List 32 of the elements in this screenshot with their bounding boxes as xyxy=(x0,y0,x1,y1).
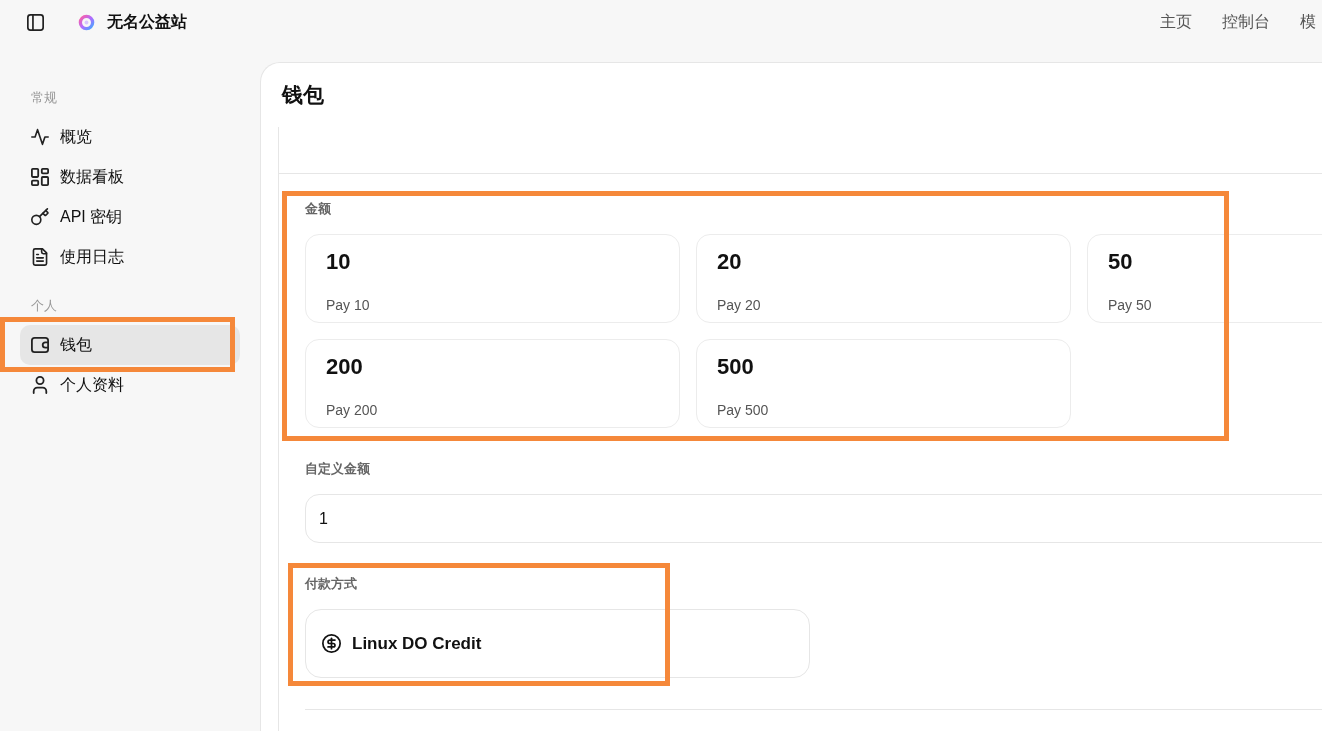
page-title: 钱包 xyxy=(282,82,324,108)
wallet-icon xyxy=(31,336,49,354)
dollar-icon xyxy=(322,634,341,653)
site-name: 无名公益站 xyxy=(107,12,187,32)
pulse-icon xyxy=(31,128,49,146)
nav-link[interactable]: 模 xyxy=(1300,12,1316,33)
amount-option[interactable]: 10 Pay 10 xyxy=(305,234,680,323)
nav-link[interactable]: 主页 xyxy=(1160,12,1192,33)
sidebar-item[interactable]: 使用日志 xyxy=(20,237,240,277)
sidebar-item[interactable]: 概览 xyxy=(20,117,240,157)
amount-option[interactable]: 500 Pay 500 xyxy=(696,339,1071,428)
payment-method-label: 付款方式 xyxy=(305,575,358,593)
key-icon xyxy=(31,208,49,226)
nav-link[interactable]: 控制台 xyxy=(1222,12,1270,33)
user-icon xyxy=(31,376,49,394)
amount-option[interactable]: 50 Pay 50 xyxy=(1087,234,1322,323)
sidebar-item[interactable]: 个人资料 xyxy=(20,365,240,405)
amount-input[interactable]: 1 xyxy=(305,494,1322,543)
payment-method-button[interactable]: Linux DO Credit xyxy=(305,609,810,678)
logo-icon xyxy=(78,14,95,31)
sidebar-toggle-icon[interactable] xyxy=(27,14,44,31)
amount-label: 金额 xyxy=(305,200,332,218)
sidebar-section-title: 常规 xyxy=(31,89,58,107)
sidebar-section-title: 个人 xyxy=(31,297,58,315)
sidebar-item[interactable]: API 密钥 xyxy=(20,197,240,237)
grid-icon xyxy=(31,168,49,186)
document-icon xyxy=(31,248,49,266)
amount-option[interactable]: 20 Pay 20 xyxy=(696,234,1071,323)
custom-amount-label: 自定义金额 xyxy=(305,460,371,478)
amount-option[interactable]: 200 Pay 200 xyxy=(305,339,680,428)
sidebar-item[interactable]: 数据看板 xyxy=(20,157,240,197)
sidebar-item[interactable]: 钱包 xyxy=(20,325,240,365)
